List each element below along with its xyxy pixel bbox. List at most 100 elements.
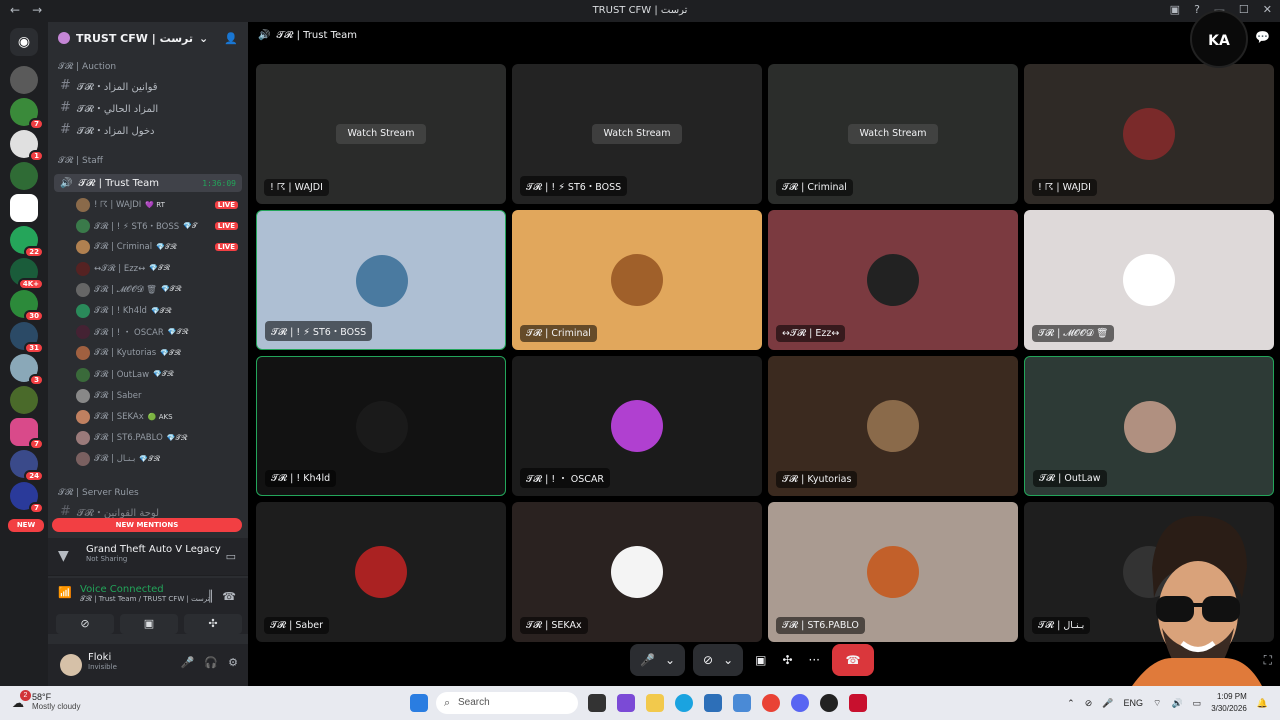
server-icon[interactable]: 7	[10, 418, 44, 450]
inbox-icon[interactable]: ▣	[1170, 3, 1180, 16]
activities-button[interactable]: ✣	[184, 614, 242, 634]
category-auction[interactable]: 𝓣𝓡 | Auction	[58, 62, 116, 72]
headphones-icon[interactable]: 🎧	[204, 656, 218, 669]
signal-icon[interactable]: 📶	[58, 586, 72, 599]
help-icon[interactable]: ?	[1194, 3, 1200, 16]
participant-tile[interactable]: 𝓣𝓡 | Criminal	[512, 210, 762, 350]
participant-tile[interactable]: 𝓣𝓡 | Kyutorias	[768, 356, 1018, 496]
clock[interactable]: 1:09 PM 3/30/2026	[1211, 691, 1247, 715]
voice-location[interactable]: 𝓣𝓡 | Trust Team / TRUST CFW | ترست	[80, 595, 238, 604]
new-tag[interactable]: NEW	[8, 519, 44, 532]
taskbar-search[interactable]: ⌕ Search	[436, 692, 578, 714]
server-icon[interactable]: 24	[10, 450, 44, 482]
noise-icon[interactable]: ║	[207, 590, 214, 603]
volume-icon[interactable]: 🔊	[1171, 698, 1182, 709]
server-icon[interactable]: 1	[10, 130, 44, 162]
voice-user[interactable]: 𝓣𝓡 | ! ⚡ ST6・BOSS 💎𝓣 LIVE	[76, 217, 242, 235]
server-icon[interactable]	[10, 386, 38, 414]
screen-share-icon[interactable]: ▭	[226, 550, 236, 563]
more-options-button[interactable]: ···	[805, 644, 824, 676]
participant-tile[interactable]: Watch Stream ! ☈ | WAJDI	[256, 64, 506, 204]
avatar[interactable]	[60, 654, 82, 676]
voice-user[interactable]: 𝓣𝓡 | Kyutorias 💎𝓣𝓡	[76, 344, 242, 362]
chevron-up-icon[interactable]: ⌃	[1067, 698, 1075, 709]
server-icon[interactable]: 22	[10, 226, 44, 258]
app-icon[interactable]	[849, 694, 867, 712]
voice-user[interactable]: 𝓣𝓡 | ! ・ OSCAR 💎𝓣𝓡	[76, 323, 242, 341]
task-view-icon[interactable]	[588, 694, 606, 712]
new-mentions-bar[interactable]: NEW MENTIONS	[52, 518, 242, 532]
language-indicator[interactable]: ENG	[1123, 698, 1143, 708]
copilot-icon[interactable]	[617, 694, 635, 712]
edge-icon[interactable]	[675, 694, 693, 712]
battery-icon[interactable]: ▭	[1193, 698, 1202, 709]
discord-icon[interactable]	[791, 694, 809, 712]
windows-start-icon[interactable]	[410, 694, 428, 712]
gear-icon[interactable]: ⚙	[228, 656, 238, 669]
activities-button[interactable]: ✣	[778, 644, 796, 676]
server-icon[interactable]: 31	[10, 322, 44, 354]
server-icon[interactable]: 7	[10, 98, 44, 130]
voice-user[interactable]: ! ☈ | WAJDI 💜 RT LIVE	[76, 196, 242, 214]
voice-user[interactable]: 𝓣𝓡 | ST6.PABLO 💎𝓣𝓡	[76, 429, 242, 447]
camera-toggle[interactable]: ⊘ ⌄	[693, 644, 744, 676]
wifi-icon[interactable]: ⌔	[1153, 698, 1161, 709]
server-header[interactable]: TRUST CFW | ترست ⌄ 👤	[48, 22, 248, 54]
add-member-icon[interactable]: 👤	[224, 32, 238, 45]
participant-tile[interactable]: 𝓣𝓡 | OutLaw	[1024, 356, 1274, 496]
obs-icon[interactable]	[820, 694, 838, 712]
voice-user[interactable]: 𝓣𝓡 | SEKAx 🟢 AKS	[76, 408, 242, 426]
end-call-button[interactable]: ☎	[832, 644, 874, 676]
mic-toggle[interactable]: 🎤 ⌄	[630, 644, 686, 676]
category-staff[interactable]: 𝓣𝓡 | Staff	[58, 156, 103, 166]
participant-tile[interactable]: 𝓣𝓡 | 𝓜𝓞𝓞𝓓 🗑	[1024, 210, 1274, 350]
server-icon[interactable]: 3	[10, 354, 44, 386]
discord-home-icon[interactable]: ◉	[10, 28, 38, 56]
voice-user[interactable]: 𝓣𝓡 | 𝓜𝓞𝓞𝓓 🗑 💎𝓣𝓡	[76, 281, 242, 299]
maximize-icon[interactable]: ☐	[1239, 3, 1249, 16]
voice-user[interactable]: 𝓣𝓡 | بـنـال 💎𝓣𝓡	[76, 450, 242, 468]
server-icon[interactable]	[10, 66, 38, 94]
close-icon[interactable]: ✕	[1263, 3, 1272, 16]
network-icon[interactable]: ⊘	[1085, 698, 1093, 709]
participant-tile[interactable]: 𝓣𝓡 | ! ・ OSCAR	[512, 356, 762, 496]
chat-icon[interactable]: 💬	[1255, 30, 1270, 44]
watch-stream-button[interactable]: Watch Stream	[592, 124, 682, 144]
disconnect-icon[interactable]: ☎	[222, 590, 236, 603]
file-explorer-icon[interactable]	[646, 694, 664, 712]
microphone-icon[interactable]: 🎤	[1102, 698, 1113, 709]
server-icon[interactable]: 4K+	[10, 258, 44, 290]
store-icon[interactable]	[704, 694, 722, 712]
voice-user[interactable]: 𝓣𝓡 | Saber	[76, 387, 242, 405]
server-icon[interactable]: 30	[10, 290, 44, 322]
server-icon-active[interactable]	[10, 194, 38, 222]
notifications-icon[interactable]: 🔔	[1257, 698, 1268, 709]
channel-rules[interactable]: # 𝓣𝓡・قوانين المزاد	[60, 78, 158, 93]
microphone-icon[interactable]: 🎤	[181, 656, 195, 669]
participant-tile[interactable]: 𝓣𝓡 | Saber	[256, 502, 506, 642]
camera-off-button[interactable]: ⊘	[56, 614, 114, 634]
voice-user[interactable]: 𝓣𝓡 | ! Kh4ld 💎𝓣𝓡	[76, 302, 242, 320]
mail-icon[interactable]	[733, 694, 751, 712]
screen-share-button[interactable]: ▣	[120, 614, 178, 634]
server-icon[interactable]	[10, 162, 38, 190]
participant-tile[interactable]: Watch Stream 𝓣𝓡 | Criminal	[768, 64, 1018, 204]
channel-rules-board[interactable]: # 𝓣𝓡・لوحة القوانين	[60, 504, 159, 519]
chrome-icon[interactable]	[762, 694, 780, 712]
participant-tile[interactable]: ↔𝓣𝓡 | Ezz↔	[768, 210, 1018, 350]
server-icon[interactable]: 7	[10, 482, 44, 514]
screen-share-button[interactable]: ▣	[751, 644, 770, 676]
participant-tile[interactable]: 𝓣𝓡 | ! ⚡ ST6・BOSS	[256, 210, 506, 350]
voice-user[interactable]: 𝓣𝓡 | OutLaw 💎𝓣𝓡	[76, 366, 242, 384]
participant-tile[interactable]: 𝓣𝓡 | SEKAx	[512, 502, 762, 642]
voice-status[interactable]: Voice Connected	[80, 584, 238, 595]
participant-tile[interactable]: ! ☈ | WAJDI	[1024, 64, 1274, 204]
channel-current[interactable]: # 𝓣𝓡・المزاد الحالي	[60, 100, 158, 115]
participant-tile[interactable]: 𝓣𝓡 | ST6.PABLO	[768, 502, 1018, 642]
participant-tile[interactable]: Watch Stream 𝓣𝓡 | ! ⚡ ST6・BOSS	[512, 64, 762, 204]
category-rules[interactable]: 𝓣𝓡 | Server Rules	[58, 488, 139, 498]
fullscreen-icon[interactable]: ⛶	[1264, 653, 1272, 668]
watch-stream-button[interactable]: Watch Stream	[336, 124, 426, 144]
channel-join[interactable]: # 𝓣𝓡・دخول المزاد	[60, 122, 155, 137]
watch-stream-button[interactable]: Watch Stream	[848, 124, 938, 144]
